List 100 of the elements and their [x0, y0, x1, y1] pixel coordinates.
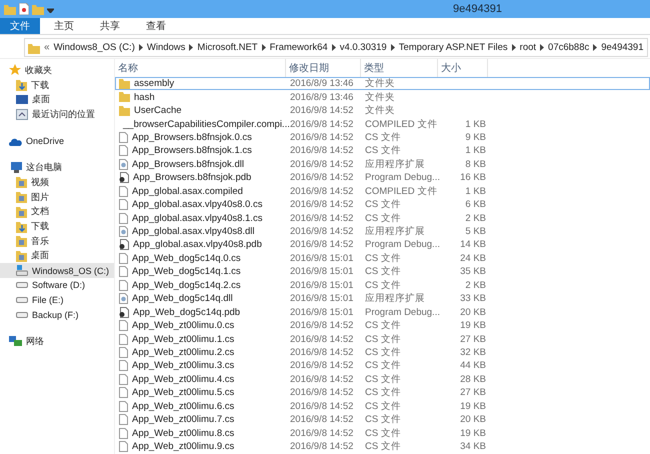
- nav-group[interactable]: 这台电脑: [0, 160, 114, 176]
- file-size: 35 KB: [459, 266, 487, 278]
- file-row[interactable]: App_Web_zt00limu.8.cs 2016/9/8 14:52 CS 文件 19 KB: [115, 426, 650, 440]
- file-row[interactable]: App_Web_zt00limu.3.cs 2016/9/8 14:52 CS 文件 44 KB: [115, 359, 650, 373]
- file-type: Program Debug...: [364, 306, 439, 318]
- nav-item[interactable]: 最近访问的位置: [0, 107, 114, 122]
- overflow-chevron[interactable]: «: [44, 42, 50, 53]
- nav-item[interactable]: 下载: [0, 219, 114, 234]
- breadcrumb-segment[interactable]: Windows8_OS (C:): [54, 42, 135, 53]
- file-row[interactable]: App_global.asax.compiled 2016/9/8 14:52 COMPILED 文件 1 KB: [115, 184, 650, 198]
- nav-group[interactable]: 网络: [0, 334, 114, 349]
- file-row[interactable]: App_global.asax.vlpy40s8.dll 2016/9/8 14:52 应用程序扩展 5 KB: [115, 224, 650, 238]
- column-header[interactable]: 大小: [438, 59, 488, 77]
- column-header[interactable]: 修改日期: [286, 59, 361, 77]
- breadcrumb-segment[interactable]: Windows: [146, 42, 186, 53]
- file-row[interactable]: App_global.asax.vlpy40s8.pdb 2016/9/8 14:52 Program Debug... 14 KB: [115, 238, 650, 252]
- breadcrumb-segment[interactable]: root: [520, 42, 536, 53]
- modified-date: 2016/9/8 14:52: [289, 186, 354, 197]
- file-row[interactable]: App_Web_zt00limu.9.cs 2016/9/8 14:52 CS 文件 34 KB: [115, 440, 650, 454]
- file-row[interactable]: App_Web_zt00limu.2.cs 2016/9/8 14:52 CS 文件 32 KB: [115, 346, 650, 360]
- star-icon: [9, 64, 21, 76]
- file-row[interactable]: assembly 2016/8/9 13:46 文件夹: [115, 77, 650, 90]
- chevron-icon[interactable]: [262, 44, 266, 51]
- nav-item[interactable]: Backup (F:): [0, 307, 114, 322]
- file-row[interactable]: App_global.asax.vlpy40s8.0.cs 2016/9/8 14:52 CS 文件 6 KB: [115, 198, 650, 212]
- file-row[interactable]: hash 2016/8/9 13:46 文件夹: [115, 90, 650, 104]
- file-size: 14 KB: [459, 239, 487, 250]
- column-header[interactable]: 名称: [115, 59, 286, 77]
- document-icon[interactable]: [19, 3, 29, 15]
- chevron-icon[interactable]: [189, 44, 194, 51]
- breadcrumb-segment[interactable]: 07c6b88c: [548, 42, 590, 53]
- file-row[interactable]: App_Web_zt00limu.1.cs 2016/9/8 14:52 CS 文件 27 KB: [115, 332, 650, 346]
- breadcrumb-segment[interactable]: Temporary ASP.NET Files: [398, 42, 508, 53]
- file-type: 应用程序扩展: [364, 158, 426, 171]
- nav-item[interactable]: 音乐: [0, 234, 114, 249]
- chevron-icon[interactable]: [512, 44, 516, 51]
- nav-item[interactable]: 下载: [0, 78, 114, 92]
- download-folder-icon: [16, 79, 27, 92]
- column-header[interactable]: 类型: [361, 59, 438, 77]
- nav-item[interactable]: 图片: [0, 190, 114, 204]
- nav-item[interactable]: 桌面: [0, 248, 114, 264]
- ribbon-tab[interactable]: 主页: [42, 18, 86, 34]
- breadcrumb-segment[interactable]: v4.0.30319: [340, 42, 387, 53]
- nav-item[interactable]: 视频: [0, 175, 114, 190]
- file-row[interactable]: App_Web_dog5c14q.2.cs 2016/9/8 15:01 CS 文件 2 KB: [115, 278, 650, 292]
- modified-date: 2016/9/8 14:52: [289, 145, 354, 156]
- chevron-icon[interactable]: [540, 44, 544, 51]
- chevron-icon[interactable]: [138, 44, 143, 51]
- file-size: 1 KB: [464, 186, 487, 197]
- address-bar[interactable]: « Windows8_OS (C:) Windows Microsoft.NET Framework64 v4.0.30319 Temporary ASP.NET Files root 07c6b88c 9e494391: [24, 38, 648, 57]
- file-row[interactable]: App_Browsers.b8fnsjok.1.cs 2016/9/8 14:52 CS 文件 1 KB: [115, 144, 650, 158]
- file-row[interactable]: __browserCapabilitiesCompiler.compi...2016/9/8 14:52 COMPILED 文件 1 KB: [115, 117, 650, 131]
- nav-item[interactable]: Windows8_OS (C:): [0, 263, 114, 278]
- nav-item[interactable]: File (E:): [0, 292, 114, 308]
- nav-item[interactable]: 桌面: [0, 92, 114, 108]
- file-type: CS 文件: [364, 386, 402, 400]
- file-row[interactable]: App_Web_zt00limu.0.cs 2016/9/8 14:52 CS 文件 19 KB: [115, 318, 650, 332]
- nav-group[interactable]: 收藏夹: [0, 63, 114, 78]
- nav-item[interactable]: 文档: [0, 204, 114, 220]
- nav-group[interactable]: OneDrive: [0, 134, 114, 148]
- drive-icon: [16, 282, 28, 288]
- cloud-icon: [9, 136, 22, 146]
- file-row[interactable]: App_Web_dog5c14q.pdb 2016/9/8 15:01 Program Debug... 20 KB: [115, 305, 650, 319]
- chevron-icon[interactable]: [390, 44, 395, 51]
- file-row[interactable]: App_Browsers.b8fnsjok.pdb 2016/9/8 14:52 Program Debug... 16 KB: [115, 171, 650, 184]
- file-row[interactable]: App_Web_zt00limu.5.cs 2016/9/8 14:52 CS 文件 27 KB: [115, 386, 650, 400]
- ribbon-tab[interactable]: 查看: [134, 18, 178, 34]
- file-icon: [119, 387, 128, 398]
- file-type: CS 文件: [364, 265, 402, 278]
- modified-date: 2016/9/8 14:52: [289, 334, 354, 345]
- file-size: 28 KB: [459, 374, 487, 385]
- file-row[interactable]: UserCache 2016/9/8 14:52 文件夹: [115, 104, 650, 118]
- file-size: 20 KB: [459, 414, 487, 426]
- recent-places-icon: [16, 108, 28, 120]
- file-name: App_global.asax.compiled: [132, 186, 243, 197]
- file-icon: [119, 252, 128, 264]
- nav-item[interactable]: Software (D:): [0, 278, 114, 293]
- file-row[interactable]: App_global.asax.vlpy40s8.1.cs 2016/9/8 14:52 CS 文件 2 KB: [115, 211, 650, 225]
- breadcrumb-segment[interactable]: Microsoft.NET: [197, 42, 258, 53]
- file-row[interactable]: App_Web_zt00limu.7.cs 2016/9/8 14:52 CS 文件 20 KB: [115, 412, 650, 426]
- file-row[interactable]: App_Web_zt00limu.6.cs 2016/9/8 14:52 CS 文件 19 KB: [115, 400, 650, 413]
- file-menu-tab[interactable]: 文件: [0, 18, 40, 34]
- breadcrumb-segment[interactable]: Framework64: [270, 42, 328, 53]
- file-row[interactable]: App_Browsers.b8fnsjok.dll 2016/9/8 14:52 应用程序扩展 8 KB: [115, 158, 650, 172]
- caret-icon[interactable]: [47, 6, 54, 12]
- ribbon-tab[interactable]: 共享: [88, 18, 132, 34]
- file-size: 9 KB: [464, 132, 487, 143]
- file-row[interactable]: App_Web_zt00limu.4.cs 2016/9/8 14:52 CS 文件 28 KB: [115, 372, 650, 386]
- file-name: App_Browsers.b8fnsjok.1.cs: [132, 145, 252, 156]
- file-row[interactable]: App_Web_dog5c14q.0.cs 2016/9/8 15:01 CS 文件 24 KB: [115, 252, 650, 266]
- chevron-icon[interactable]: [332, 44, 336, 51]
- breadcrumb-segment[interactable]: 9e494391: [601, 42, 644, 53]
- file-row[interactable]: App_Web_dog5c14q.dll 2016/9/8 15:01 应用程序扩展 33 KB: [115, 292, 650, 306]
- chevron-icon[interactable]: [593, 44, 598, 51]
- file-row[interactable]: App_Web_dog5c14q.1.cs 2016/9/8 15:01 CS 文件 35 KB: [115, 265, 650, 279]
- file-size: 27 KB: [459, 334, 487, 345]
- modified-date: 2016/9/8 14:52: [289, 400, 354, 412]
- file-row[interactable]: App_Browsers.b8fnsjok.0.cs 2016/9/8 14:52 CS 文件 9 KB: [115, 130, 650, 144]
- file-icon: [119, 374, 128, 385]
- window-title: 9e494391: [453, 3, 502, 15]
